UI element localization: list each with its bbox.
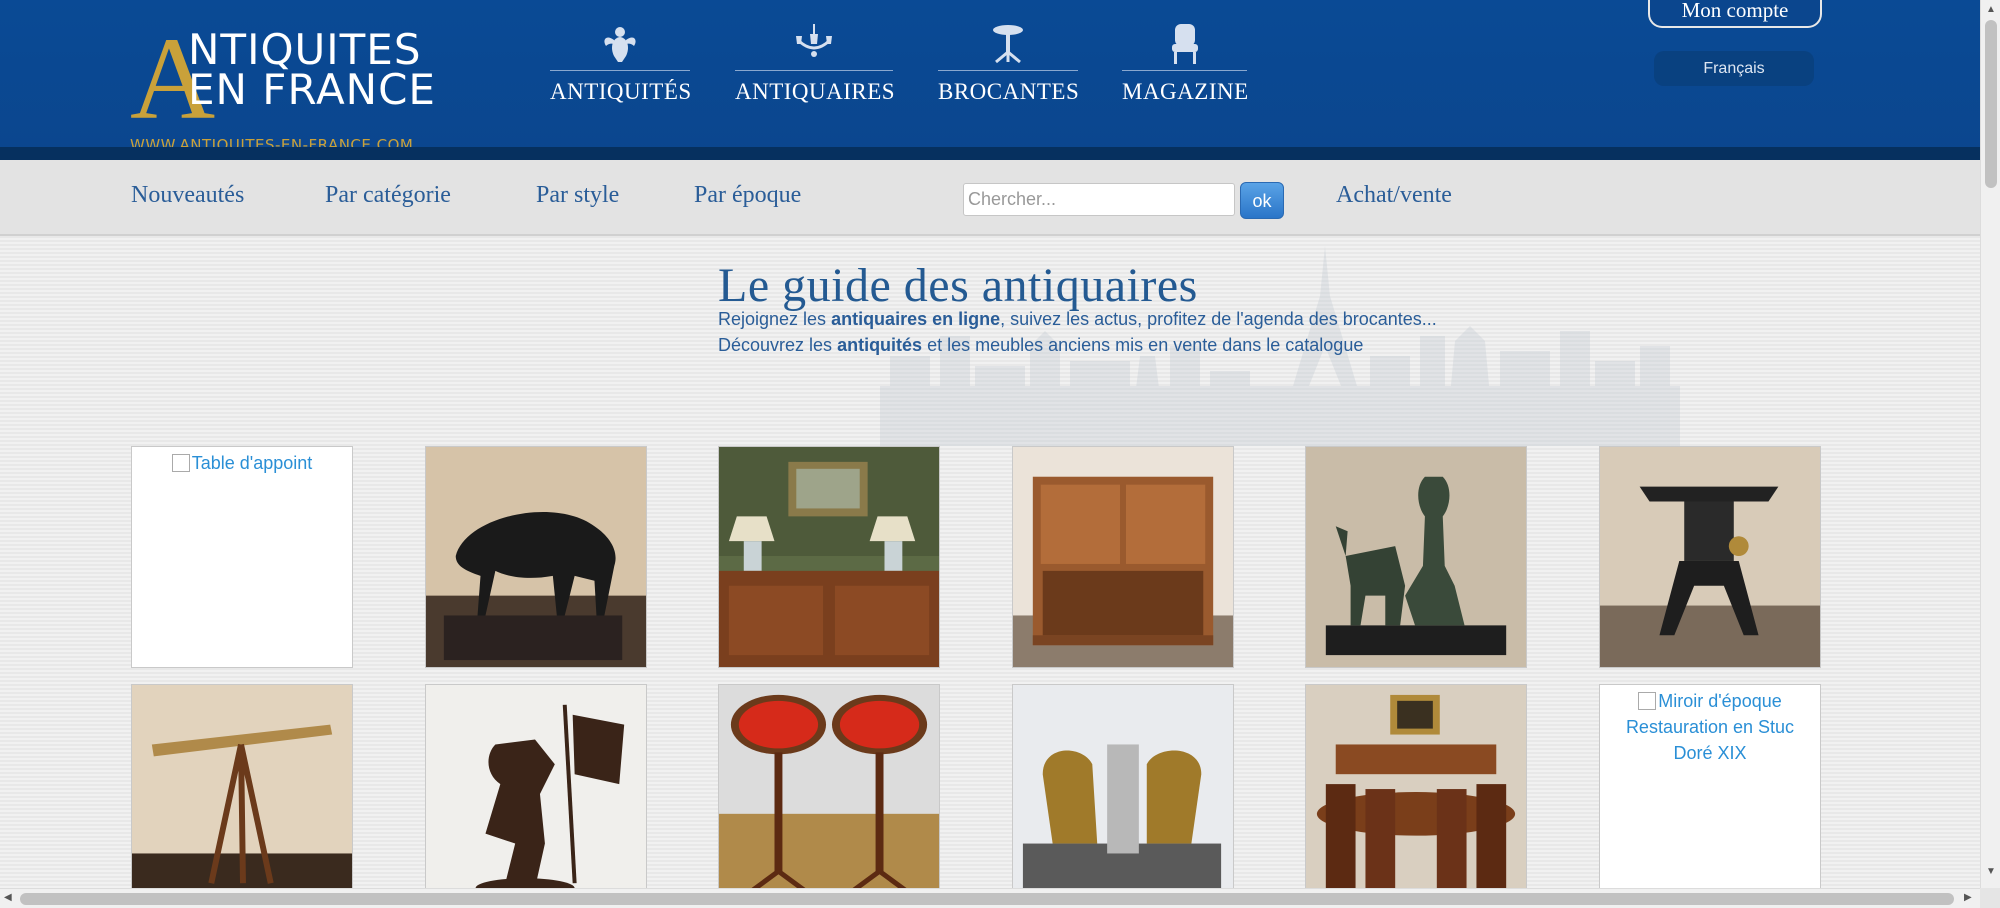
nav-magazine[interactable]: MAGAZINE <box>1122 22 1249 112</box>
intro-text: Rejoignez les antiquaires en ligne, suiv… <box>718 306 1437 358</box>
product-tile[interactable]: Table d'appoint <box>131 446 353 668</box>
page-title: Le guide des antiquaires <box>718 259 1198 312</box>
logo-line-2: EN FRANCE <box>188 65 436 114</box>
product-tile[interactable] <box>1599 446 1821 668</box>
product-tile[interactable] <box>425 446 647 668</box>
broken-image-alt: Table d'appoint <box>132 447 352 479</box>
vertical-scrollbar[interactable]: ▲ ▼ <box>1980 0 2000 888</box>
chandelier-icon <box>796 24 832 57</box>
product-tile[interactable] <box>1305 684 1527 906</box>
vertical-scroll-thumb[interactable] <box>1985 20 1997 188</box>
subnav-par-epoque[interactable]: Par époque <box>694 182 801 209</box>
product-tile[interactable] <box>718 684 940 906</box>
account-button[interactable]: Mon compte <box>1648 0 1822 28</box>
product-image-wooden-cabinet <box>1013 447 1233 667</box>
scroll-up-arrow-icon[interactable]: ▲ <box>1986 4 1996 15</box>
header-divider <box>0 147 1980 160</box>
nav-brocantes[interactable]: BROCANTES <box>938 22 1080 112</box>
nav-label: BROCANTES <box>938 79 1080 104</box>
product-tile[interactable] <box>1305 446 1527 668</box>
product-tile[interactable] <box>425 684 647 906</box>
pedestal-table-icon <box>993 25 1023 64</box>
nav-label: ANTIQUITÉS <box>550 79 692 104</box>
link-antiquaires-en-ligne[interactable]: antiquaires en ligne <box>831 309 1000 329</box>
nav-label: MAGAZINE <box>1122 79 1249 104</box>
product-image-dining-set <box>1306 685 1526 905</box>
horizontal-scroll-thumb[interactable] <box>20 893 1954 905</box>
broken-image-icon <box>1638 692 1657 710</box>
product-image-bronze-panther <box>426 447 646 667</box>
search-input[interactable] <box>963 183 1235 216</box>
nav-antiquites[interactable]: ANTIQUITÉS <box>550 22 692 112</box>
product-image-red-side-tables <box>719 685 939 905</box>
broken-image-alt: Miroir d'époque Restauration en Stuc Dor… <box>1625 691 1795 763</box>
broken-image-icon <box>171 454 190 472</box>
language-selector[interactable]: Français <box>1654 51 1814 86</box>
horizontal-scrollbar[interactable]: ◀ ▶ <box>0 888 1980 908</box>
intro-line-1: Rejoignez les antiquaires en ligne, suiv… <box>718 309 1437 329</box>
subnav-achat-vente[interactable]: Achat/vente <box>1336 182 1452 209</box>
product-tile[interactable]: Miroir d'époque Restauration en Stuc Dor… <box>1599 684 1821 906</box>
scroll-right-arrow-icon[interactable]: ▶ <box>1964 892 1972 903</box>
scroll-left-arrow-icon[interactable]: ◀ <box>4 892 12 903</box>
nav-label: ANTIQUAIRES <box>735 79 896 104</box>
sub-nav: Nouveautés Par catégorie Par style Par é… <box>0 160 1980 236</box>
armchair-icon <box>1171 24 1198 64</box>
site-logo[interactable]: A NTIQUITES EN FRANCE WWW.ANTIQUITES-EN-… <box>130 20 440 155</box>
product-image-bird-bookends <box>1013 685 1233 905</box>
product-tile[interactable] <box>1012 684 1234 906</box>
main-content: Le guide des antiquaires Rejoignez les a… <box>0 236 1980 906</box>
nav-antiquaires[interactable]: ANTIQUAIRES <box>735 22 896 112</box>
product-tile[interactable] <box>1012 446 1234 668</box>
scroll-down-arrow-icon[interactable]: ▼ <box>1986 866 1996 877</box>
intro-line-2: Découvrez les antiquités et les meubles … <box>718 335 1364 355</box>
scrollbar-corner <box>1980 888 2000 908</box>
link-antiquites[interactable]: antiquités <box>837 335 922 355</box>
product-image-sideboard-lamps <box>719 447 939 667</box>
product-image-art-deco-statue <box>1306 447 1526 667</box>
product-image-telescope-tripod <box>132 685 352 905</box>
search-ok-button[interactable]: ok <box>1240 182 1284 219</box>
product-tile[interactable] <box>718 446 940 668</box>
cherub-icon <box>604 27 636 62</box>
subnav-nouveautes[interactable]: Nouveautés <box>131 182 244 209</box>
product-tile[interactable] <box>131 684 353 906</box>
product-image-bronze-warrior <box>426 685 646 905</box>
product-image-microscope-table <box>1600 447 1820 667</box>
site-header: A NTIQUITES EN FRANCE WWW.ANTIQUITES-EN-… <box>0 0 1980 160</box>
subnav-par-categorie[interactable]: Par catégorie <box>325 182 451 209</box>
subnav-par-style[interactable]: Par style <box>536 182 619 209</box>
